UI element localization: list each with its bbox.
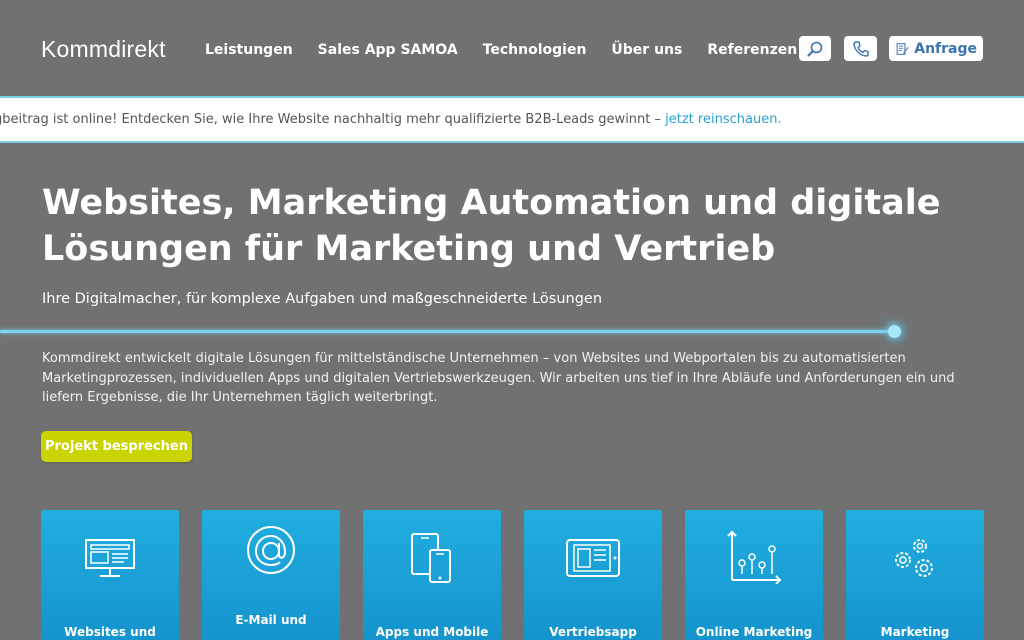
anfrage-label: Anfrage — [914, 40, 977, 57]
analytics-icon — [727, 530, 782, 584]
card-marketing[interactable]: Marketing — [846, 510, 984, 640]
card-online-marketing[interactable]: Online Marketing — [685, 510, 823, 640]
announcement-bar: gbeitrag ist online! Entdecken Sie, wie … — [0, 96, 1024, 143]
card-label: Marketing — [880, 625, 950, 639]
site-header: Kommdirekt Leistungen Sales App SAMOA Te… — [0, 0, 1024, 96]
logo[interactable]: Kommdirekt — [41, 36, 166, 63]
hero-description: Kommdirekt entwickelt digitale Lösungen … — [42, 351, 955, 405]
main-nav: Leistungen Sales App SAMOA Technologien … — [205, 42, 822, 58]
nav-leistungen[interactable]: Leistungen — [205, 42, 293, 58]
nav-ueber-uns[interactable]: Über uns — [611, 42, 682, 58]
card-label: Online Marketing — [695, 625, 813, 639]
form-icon — [896, 42, 909, 55]
card-vertriebsapp[interactable]: Vertriebsapp — [524, 510, 662, 640]
card-label: Vertriebsapp — [549, 625, 637, 639]
search-icon — [807, 41, 823, 56]
card-label: Apps und Mobile — [375, 625, 489, 639]
search-button[interactable] — [799, 36, 831, 61]
nav-technologien[interactable]: Technologien — [483, 42, 587, 58]
monitor-icon — [85, 539, 135, 577]
phone-button[interactable] — [844, 36, 877, 61]
card-websites[interactable]: Websites und — [41, 510, 179, 640]
gears-icon — [895, 539, 933, 577]
nav-referenzen[interactable]: Referenzen — [707, 42, 797, 58]
card-label: Websites und — [64, 625, 156, 639]
phone-icon — [852, 40, 869, 57]
card-email[interactable]: E-Mail und — [202, 510, 340, 640]
announcement-text: gbeitrag ist online! Entdecken Sie, wie … — [0, 112, 782, 127]
projekt-besprechen-button[interactable]: Projekt besprechen — [41, 431, 192, 462]
announcement-message: gbeitrag ist online! Entdecken Sie, wie … — [0, 112, 666, 127]
hero-title-line1: Websites, Marketing Automation und digit… — [42, 183, 941, 223]
hero-subtitle: Ihre Digitalmacher, für komplexe Aufgabe… — [42, 291, 603, 307]
hero-title: Websites, Marketing Automation und digit… — [42, 180, 942, 272]
announcement-link[interactable]: jetzt reinschauen. — [665, 112, 781, 127]
nav-sales-app-samoa[interactable]: Sales App SAMOA — [318, 42, 458, 58]
card-label: E-Mail und — [235, 613, 307, 627]
anfrage-button[interactable]: Anfrage — [889, 36, 983, 61]
decorative-line — [0, 330, 895, 333]
card-apps[interactable]: Apps und Mobile — [363, 510, 501, 640]
devices-icon — [411, 533, 451, 583]
at-icon — [247, 526, 295, 574]
tablet-icon — [566, 539, 620, 577]
hero-title-line2: Lösungen für Marketing und Vertrieb — [42, 229, 776, 269]
decorative-dot — [888, 325, 901, 338]
